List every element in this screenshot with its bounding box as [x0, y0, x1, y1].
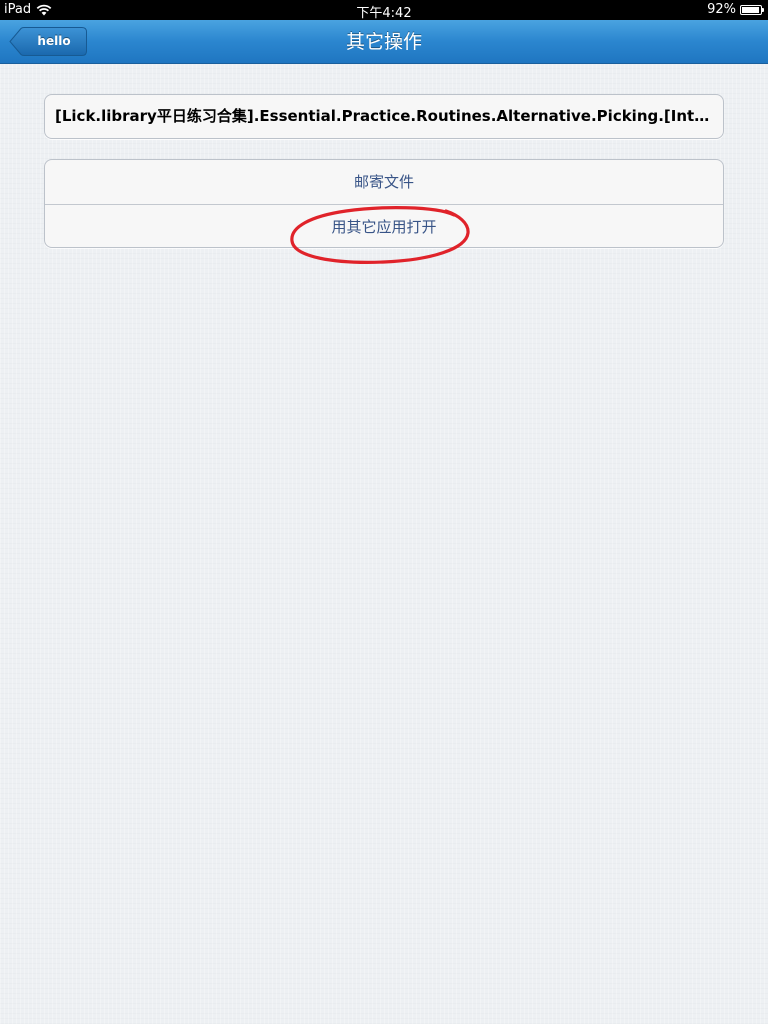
- navigation-bar: hello 其它操作: [0, 20, 768, 64]
- page-title: 其它操作: [345, 31, 422, 53]
- battery-percentage: 92%: [707, 2, 736, 17]
- battery-icon: [740, 5, 764, 15]
- open-in-other-app-button[interactable]: 用其它应用打开: [45, 204, 723, 247]
- status-bar: iPad 下午4:42 92%: [0, 0, 768, 21]
- filename-cell: [Lick.library平日练习合集].Essential.Practice.…: [55, 107, 723, 125]
- actions-section: 邮寄文件 用其它应用打开: [44, 159, 724, 248]
- battery-group: 92%: [707, 2, 764, 17]
- email-file-button[interactable]: 邮寄文件: [45, 160, 723, 204]
- filename-section: [Lick.library平日练习合集].Essential.Practice.…: [44, 94, 724, 139]
- status-time: 下午4:42: [356, 6, 412, 21]
- battery-fill: [742, 7, 759, 13]
